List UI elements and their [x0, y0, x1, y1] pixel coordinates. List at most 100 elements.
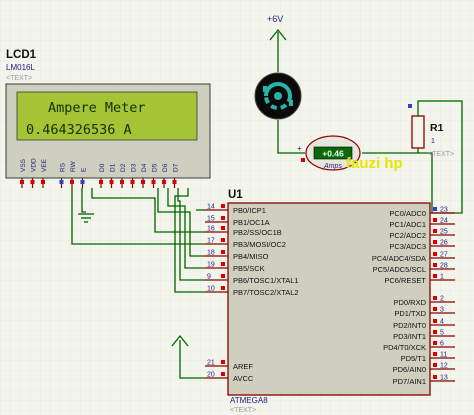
mcu-pin-number: 25: [440, 229, 448, 236]
lcd-pin-label: D0: [99, 163, 106, 172]
dc-motor[interactable]: [254, 72, 302, 120]
lcd-pin-state-indicator: [80, 180, 85, 184]
mcu-pin-state-indicator: [221, 286, 225, 290]
mcu-pin-state-indicator: [221, 238, 225, 242]
lcd-pin-label: D2: [120, 163, 127, 172]
mcu-pin-number: 26: [440, 240, 448, 247]
resistor-text-placeholder: <TEXT>: [428, 151, 454, 158]
mcu-pin-number: 27: [440, 252, 448, 259]
mcu-pin-number: 18: [207, 250, 215, 257]
lcd-pin-label: RW: [70, 160, 77, 172]
lcd-pin-label: D1: [110, 163, 117, 172]
mcu-pin-label: PB0/ICP1: [233, 206, 266, 215]
mcu-pin-state-indicator: [221, 226, 225, 230]
mcu-pin-number: 21: [207, 360, 215, 367]
mcu-pin-state-indicator: [433, 263, 437, 267]
lcd-pin-state-indicator: [151, 180, 156, 184]
mcu-pin-state-indicator: [221, 372, 225, 376]
microcontroller-u1[interactable]: U1 14 PB0/ICP115 PB1/OC1A16 PB2/SS/OC1B17 PB…: [205, 189, 455, 414]
lcd-text-placeholder: <TEXT>: [6, 75, 32, 82]
mcu-text-placeholder: <TEXT>: [230, 407, 256, 414]
mcu-pin-state-indicator: [433, 207, 437, 211]
mcu-pin-label: PD0/RXD: [393, 298, 426, 307]
mcu-pin-number: 12: [440, 363, 448, 370]
lcd-pin-state-indicator: [41, 180, 45, 184]
mcu-pin-label: PD1/TXD: [394, 309, 426, 318]
lcd-line-1: Ampere Meter: [48, 100, 146, 116]
lcd-pin-label: VEE: [41, 158, 48, 172]
mcu-pin-number: 5: [440, 330, 444, 337]
mcu-pin-state-indicator: [221, 274, 225, 278]
mcu-pin-state-indicator: [433, 274, 437, 278]
mcu-pin-label: PD2/INT0: [393, 321, 426, 330]
lcd-pin-label: D6: [162, 163, 169, 172]
lcd-pin-label: D4: [141, 163, 148, 172]
mcu-pin-label: PC5/ADC5/SCL: [373, 265, 426, 274]
mcu-pin-state-indicator: [433, 252, 437, 256]
lcd-pin-state-indicator: [20, 180, 24, 184]
mcu-pin-label: PD5/T1: [401, 354, 426, 363]
lcd-model: LM016L: [6, 63, 35, 72]
mcu-pin-state-indicator: [433, 341, 437, 345]
mcu-pin-label: PD4/T0/XCK: [383, 343, 426, 352]
mcu-pin-label: PC6/RESET: [384, 276, 426, 285]
lcd-pin-state-indicator: [70, 180, 74, 184]
mcu-pin-state-indicator: [221, 250, 225, 254]
lcd-pin-state-indicator: [141, 180, 145, 184]
mcu-pin-label: AREF: [233, 362, 253, 371]
lcd-pin-state-indicator: [130, 180, 135, 184]
lcd-pin-label: RS: [60, 162, 67, 172]
lcd-pin-label: VDD: [31, 158, 38, 172]
lcd-pin-state-indicator: [30, 180, 35, 184]
resistor-pin-state-indicator: [408, 104, 412, 108]
mcu-pin-state-indicator: [433, 352, 437, 356]
supply-label: +6V: [267, 14, 283, 24]
lcd-line-2: 0.464326536 A: [26, 122, 132, 138]
mcu-pin-number: 10: [207, 286, 215, 293]
mcu-pin-number: 19: [207, 262, 215, 269]
mcu-pin-number: 9: [207, 274, 211, 281]
mcu-pin-state-indicator: [433, 240, 437, 244]
mcu-pin-label: PC3/ADC3: [389, 242, 426, 251]
lcd-pin-label: D3: [131, 163, 138, 172]
lcd-pin-state-indicator: [99, 180, 103, 184]
mcu-pin-label: PB1/OC1A: [233, 218, 270, 227]
mcu-pin-state-indicator: [433, 307, 437, 311]
mcu-pin-number: 28: [440, 263, 448, 270]
mcu-pin-label: PC2/ADC2: [389, 231, 426, 240]
lcd-ref: LCD1: [6, 49, 37, 61]
mcu-pin-state-indicator: [433, 330, 437, 334]
mcu-pin-number: 4: [440, 319, 444, 326]
mcu-pin-label: AVCC: [233, 374, 254, 383]
mcu-pin-number: 13: [440, 375, 448, 382]
lcd-pin-label: VSS: [20, 158, 27, 172]
mcu-pin-label: PB3/MOSI/OC2: [233, 240, 286, 249]
lcd-pin-state-indicator: [109, 180, 114, 184]
mcu-pin-number: 17: [207, 238, 215, 245]
mcu-pin-label: PC1/ADC1: [389, 220, 426, 229]
lcd-pin-state-indicator: [59, 180, 64, 184]
lcd-pin-label: D7: [173, 163, 180, 172]
mcu-pin-state-indicator: [433, 229, 437, 233]
mcu-pin-state-indicator: [433, 375, 437, 379]
watermark-ammeter: fauzi hp: [346, 155, 403, 172]
mcu-pin-number: 15: [207, 216, 215, 223]
mcu-pin-state-indicator: [221, 216, 225, 220]
mcu-pin-label: PB6/TOSC1/XTAL1: [233, 276, 299, 285]
mcu-pin-number: 23: [440, 207, 448, 214]
mcu-pin-number: 20: [207, 372, 215, 379]
ammeter-unit: Amps: [323, 163, 342, 170]
mcu-pin-state-indicator: [433, 296, 437, 300]
lcd-pin-state-indicator: [172, 180, 177, 184]
mcu-pin-state-indicator: [433, 218, 437, 222]
ammeter-reading: +0.46: [322, 149, 344, 159]
mcu-pin-label: PB5/SCK: [233, 264, 265, 273]
lcd-pin-state-indicator: [162, 180, 166, 184]
resistor-ref: R1: [430, 122, 444, 134]
lcd-pin-state-indicator: [120, 180, 124, 184]
mcu-pin-state-indicator: [221, 360, 225, 364]
resistor-pin-number: 1: [431, 138, 435, 145]
mcu-pin-state-indicator: [221, 262, 225, 266]
ammeter-pin-state-indicator: [301, 158, 305, 162]
mcu-pin-label: PD7/AIN1: [393, 377, 426, 386]
